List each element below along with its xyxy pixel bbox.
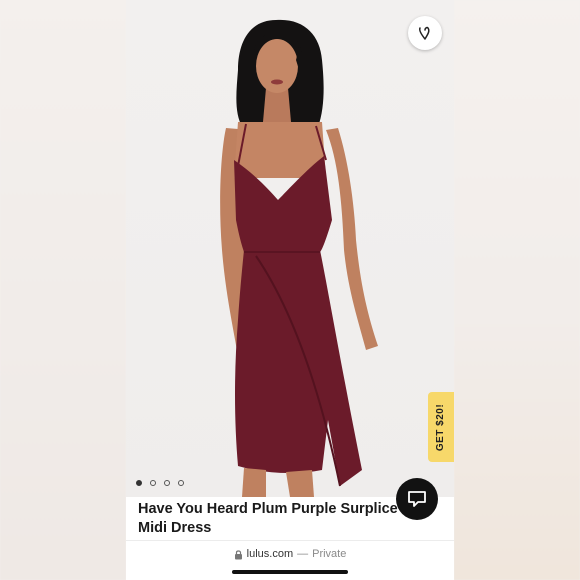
gallery-pagination bbox=[136, 480, 184, 486]
model-illustration bbox=[220, 19, 378, 497]
chat-button[interactable] bbox=[396, 478, 438, 520]
phone-screen: GET $20! Have You Heard Plum Purple Surp… bbox=[126, 0, 454, 580]
gallery-dot[interactable] bbox=[164, 480, 170, 486]
favorite-button[interactable] bbox=[408, 16, 442, 50]
blurred-background-left bbox=[0, 0, 126, 580]
promo-label: GET $20! bbox=[435, 403, 447, 451]
chat-bubble-icon bbox=[408, 491, 426, 507]
product-title-line-2: Midi Dress bbox=[138, 520, 212, 536]
home-indicator[interactable] bbox=[232, 570, 348, 574]
promo-tab[interactable]: GET $20! bbox=[428, 392, 454, 462]
heart-logo-icon bbox=[419, 26, 430, 40]
browser-domain: lulus.com bbox=[246, 548, 294, 560]
browser-address-bar[interactable]: lulus.com — Private bbox=[126, 540, 454, 567]
product-title: Have You Heard Plum Purple Surplice Midi… bbox=[138, 500, 408, 538]
gallery-dot[interactable] bbox=[178, 480, 184, 486]
browser-private-label: Private bbox=[312, 548, 347, 560]
browser-separator: — bbox=[297, 548, 309, 560]
blurred-background-right bbox=[454, 0, 580, 580]
product-photo[interactable]: GET $20! bbox=[126, 0, 454, 497]
lock-icon bbox=[234, 549, 242, 559]
gallery-dot[interactable] bbox=[136, 480, 142, 486]
gallery-dot[interactable] bbox=[150, 480, 156, 486]
product-title-line-1: Have You Heard Plum Purple Surplice bbox=[138, 501, 398, 517]
